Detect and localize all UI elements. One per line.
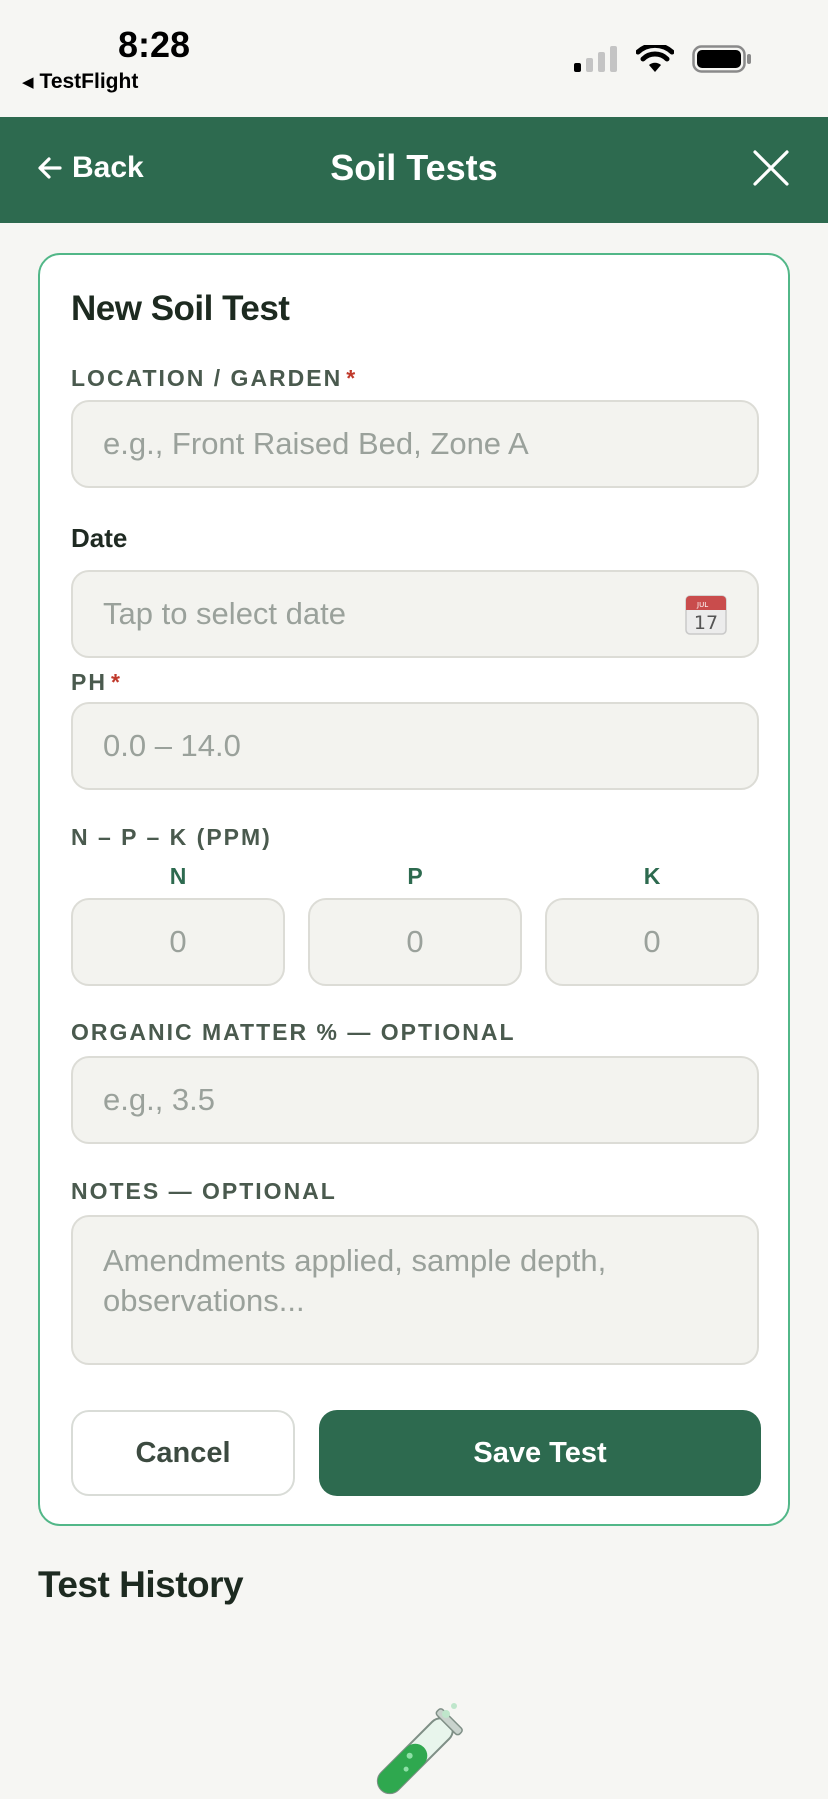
- battery-icon: [692, 45, 751, 73]
- ph-input[interactable]: [71, 702, 759, 790]
- ph-label: PH *: [71, 669, 122, 696]
- npk-head-k: K: [643, 863, 661, 889]
- test-tube-icon: [376, 1703, 463, 1795]
- potassium-input[interactable]: [545, 898, 759, 986]
- status-time: 8:28: [118, 24, 191, 65]
- close-icon[interactable]: [752, 149, 790, 187]
- status-icons: [574, 45, 752, 73]
- required-mark: *: [346, 365, 358, 391]
- arrow-left-icon: [38, 157, 62, 179]
- date-picker-field[interactable]: Tap to select date JUL 17: [71, 570, 759, 658]
- location-input[interactable]: [71, 400, 759, 488]
- location-label-text: LOCATION / GARDEN: [71, 365, 343, 391]
- phosphorus-input[interactable]: [308, 898, 522, 986]
- organic-matter-input[interactable]: [71, 1056, 759, 1144]
- test-history-title: Test History: [38, 1564, 244, 1605]
- back-button[interactable]: Back: [38, 151, 144, 185]
- calendar-day: 17: [694, 612, 718, 634]
- calendar-month: JUL: [696, 601, 708, 609]
- nav-bar: Back Soil Tests: [0, 117, 828, 223]
- date-label: Date: [71, 523, 128, 553]
- npk-head-p: P: [407, 863, 423, 889]
- npk-label: N – P – K (PPM): [71, 824, 272, 850]
- status-back-to-app[interactable]: ◀ TestFlight: [22, 70, 138, 94]
- new-soil-test-card: New Soil Test LOCATION / GARDEN* Date Ta…: [38, 253, 790, 1526]
- ph-label-text: PH: [71, 669, 107, 695]
- organic-matter-label: ORGANIC MATTER % — OPTIONAL: [71, 1019, 516, 1045]
- required-mark: *: [110, 669, 122, 695]
- notes-label: NOTES — OPTIONAL: [71, 1178, 337, 1204]
- back-triangle-icon: ◀: [22, 74, 34, 91]
- nitrogen-input[interactable]: [71, 898, 285, 986]
- notes-textarea[interactable]: [71, 1215, 759, 1365]
- cancel-button[interactable]: Cancel: [71, 1410, 295, 1496]
- form-title: New Soil Test: [71, 289, 290, 328]
- wifi-icon: [636, 45, 674, 72]
- save-test-button[interactable]: Save Test: [319, 1410, 761, 1496]
- status-back-label: TestFlight: [39, 70, 139, 93]
- npk-head-n: N: [169, 863, 187, 889]
- location-label: LOCATION / GARDEN *: [71, 365, 357, 392]
- status-bar: 8:28 ◀ TestFlight: [0, 0, 828, 117]
- date-placeholder: Tap to select date: [103, 596, 346, 631]
- signal-icon: [574, 46, 617, 72]
- back-button-label: Back: [72, 151, 144, 184]
- calendar-icon: JUL 17: [685, 595, 727, 635]
